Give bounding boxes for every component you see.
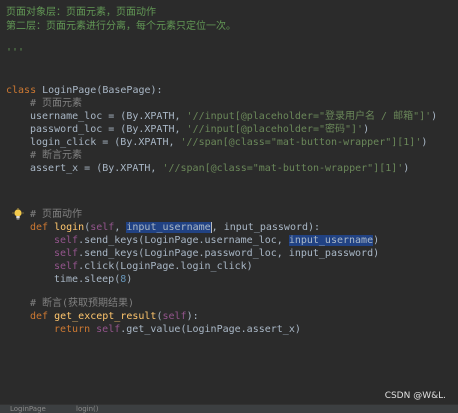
body1-arg-input-username: input_username bbox=[288, 235, 374, 246]
get-paren-close: ): bbox=[186, 311, 199, 322]
class-declaration: class LoginPage(BasePage): bbox=[6, 84, 163, 97]
get-self-param: self bbox=[162, 311, 187, 322]
login-click-xpath: '//span[@class="mat-button-wrapper"][1]' bbox=[180, 137, 422, 148]
class-keyword: class bbox=[6, 85, 37, 96]
username-loc-close: ) bbox=[431, 111, 438, 122]
body2-self: self bbox=[54, 248, 79, 259]
body1-self: self bbox=[54, 235, 79, 246]
body4-close: ) bbox=[126, 274, 133, 285]
class-base: (BasePage): bbox=[96, 85, 163, 96]
class-name: LoginPage bbox=[42, 85, 97, 96]
comment-assert-result: # 断言(获取预期结果) bbox=[30, 298, 135, 309]
def-keyword: def bbox=[30, 222, 49, 233]
return-line: return self.get_value(LoginPage.assert_x… bbox=[54, 323, 301, 336]
login-param-separator: , bbox=[114, 222, 127, 233]
click-login-line: self.click(LoginPage.login_click) bbox=[54, 260, 253, 273]
sleep-line: time.sleep(8) bbox=[54, 273, 132, 286]
body3-self: self bbox=[54, 261, 79, 272]
send-keys-username-line: self.send_keys(LoginPage.username_loc, i… bbox=[54, 234, 379, 247]
password-loc-line: password_loc = (By.XPATH, '//input[@plac… bbox=[30, 123, 369, 136]
csdn-watermark: CSDN @W&L. bbox=[384, 391, 446, 401]
login-def-line: def login(self, input_username, input_pa… bbox=[30, 221, 320, 234]
login-click-close: ) bbox=[421, 137, 428, 148]
username-loc-assign: username_loc = (By.XPATH, bbox=[30, 111, 187, 122]
body4-call: time.sleep( bbox=[54, 274, 121, 285]
comment-page-actions: # 页面动作 bbox=[30, 209, 83, 220]
login-click-assign: login_click = (By.XPATH, bbox=[30, 137, 181, 148]
lightbulb-icon[interactable] bbox=[12, 208, 24, 221]
assert-x-line: assert_x = (By.XPATH, '//span[@class="ma… bbox=[30, 162, 409, 175]
username-loc-xpath: '//input[@placeholder="登录用户名 / 邮箱"]' bbox=[186, 111, 432, 122]
code-editor[interactable]: 页面对象层：页面元素，页面动作 第二层：页面元素进行分离，每个元素只定位一次。 … bbox=[0, 0, 458, 404]
return-self: self bbox=[96, 324, 121, 335]
password-loc-assign: password_loc = (By.XPATH, bbox=[30, 124, 187, 135]
login-function-name: login bbox=[54, 222, 85, 233]
return-call: .get_value(LoginPage.assert_x) bbox=[120, 324, 301, 335]
body1-call: .send_keys(LoginPage.username_loc, bbox=[78, 235, 289, 246]
login-self-param: self bbox=[90, 222, 115, 233]
selected-param-input-username[interactable]: input_username bbox=[126, 222, 211, 233]
docstring-line-1: 页面对象层：页面元素，页面动作 bbox=[6, 7, 156, 18]
get-result-function-name: get_except_result bbox=[54, 311, 157, 322]
send-keys-password-line: self.send_keys(LoginPage.password_loc, i… bbox=[54, 247, 379, 260]
login-click-line: login_click = (By.XPATH, '//span[@class=… bbox=[30, 136, 427, 149]
def-keyword-2: def bbox=[30, 311, 49, 322]
password-loc-close: ) bbox=[363, 124, 370, 135]
assert-x-assign: assert_x = (By.XPATH, bbox=[30, 163, 163, 174]
assert-x-close: ) bbox=[403, 163, 410, 174]
body1-close: ) bbox=[373, 235, 380, 246]
password-loc-xpath: '//input[@placeholder="密码"]' bbox=[186, 124, 364, 135]
body3-call: .click(LoginPage.login_click) bbox=[78, 261, 253, 272]
docstring-line-2: 第二层：页面元素进行分离，每个元素只定位一次。 bbox=[6, 21, 236, 32]
comment-assert-elements: # 断言元素 bbox=[30, 150, 83, 161]
return-keyword: return bbox=[54, 324, 91, 335]
docstring-close: ''' bbox=[6, 47, 25, 58]
body2-call: .send_keys(LoginPage.password_loc, input… bbox=[78, 248, 380, 259]
login-params-rest: , input_password): bbox=[211, 222, 321, 233]
username-loc-line: username_loc = (By.XPATH, '//input[@plac… bbox=[30, 110, 437, 123]
comment-page-elements: # 页面元素 bbox=[30, 98, 83, 109]
assert-x-xpath: '//span[@class="mat-button-wrapper"][1]' bbox=[162, 163, 404, 174]
get-result-def-line: def get_except_result(self): bbox=[30, 310, 199, 323]
